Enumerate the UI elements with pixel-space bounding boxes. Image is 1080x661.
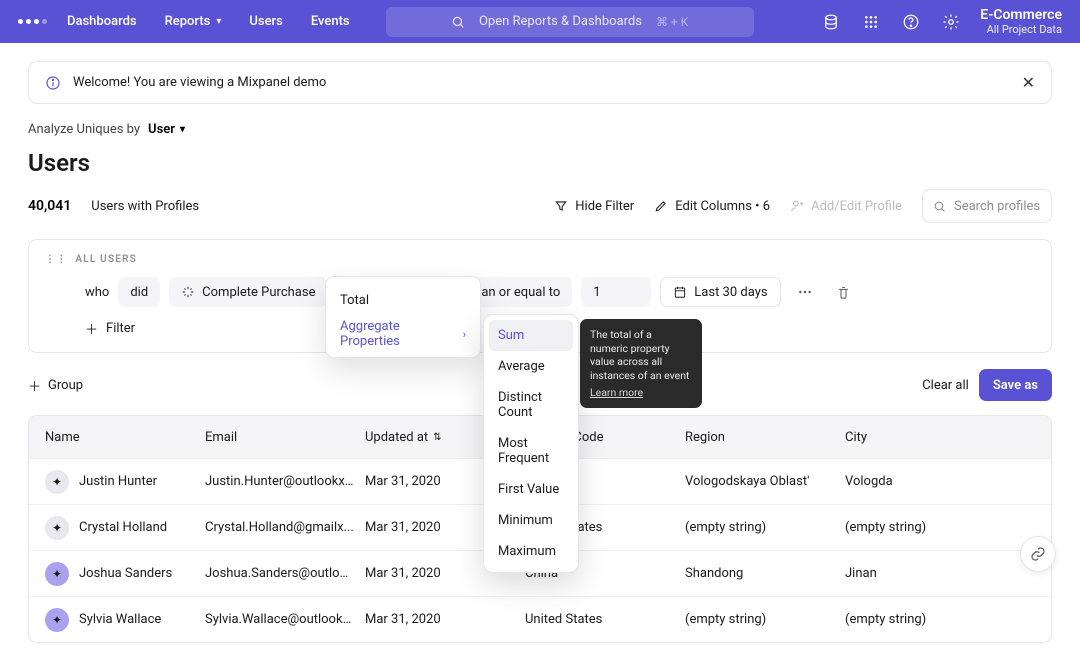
cell-city: (empty string)	[845, 520, 1005, 535]
did-chip[interactable]: did	[118, 277, 160, 307]
cell-region: Vologodskaya Oblast'	[685, 474, 845, 489]
value-input[interactable]: 1	[581, 277, 651, 307]
welcome-banner: Welcome! You are viewing a Mixpanel demo…	[28, 61, 1052, 104]
cell-email: Sylvia.Wallace@outlookx...	[205, 612, 365, 627]
link-fab[interactable]	[1020, 536, 1056, 572]
cell-updated: Mar 31, 2020	[365, 612, 525, 627]
aggregate-submenu: SumAverageDistinct CountMost FrequentFir…	[483, 314, 579, 573]
more-icon[interactable]	[790, 277, 820, 307]
cell-email: Joshua.Sanders@outloo...	[205, 566, 365, 581]
submenu-item-distinct-count[interactable]: Distinct Count	[489, 382, 573, 428]
plus-icon: ＋	[28, 376, 41, 395]
gear-icon[interactable]	[942, 13, 960, 31]
apps-grid-icon[interactable]	[862, 13, 880, 31]
th-email[interactable]: Email	[205, 430, 365, 445]
filter-who-label: who	[85, 285, 109, 300]
chevron-down-icon: ▾	[216, 16, 221, 27]
submenu-item-minimum[interactable]: Minimum	[489, 505, 573, 536]
top-nav: Dashboards Reports▾ Users Events Open Re…	[0, 0, 1080, 43]
page-title: Users	[28, 149, 1052, 177]
nav-events[interactable]: Events	[311, 14, 350, 29]
add-edit-profile-button[interactable]: Add/Edit Profile	[790, 199, 902, 214]
analyze-row: Analyze Uniques by User ▾	[28, 122, 1052, 137]
cell-name: Joshua Sanders	[79, 566, 172, 581]
cell-city: Jinan	[845, 566, 1005, 581]
dropdown-item-aggregate-properties[interactable]: Aggregate Properties ›	[326, 317, 480, 351]
cell-region: (empty string)	[685, 612, 845, 627]
hide-filter-button[interactable]: Hide Filter	[554, 199, 634, 214]
submenu-item-maximum[interactable]: Maximum	[489, 536, 573, 567]
cell-name: Crystal Holland	[79, 520, 167, 535]
th-region[interactable]: Region	[685, 430, 845, 445]
cell-region: Shandong	[685, 566, 845, 581]
search-profiles-input[interactable]: Search profiles	[922, 189, 1052, 223]
cell-name: Sylvia Wallace	[79, 612, 161, 627]
banner-text: Welcome! You are viewing a Mixpanel demo	[73, 75, 1010, 90]
event-chip[interactable]: Complete Purchase	[169, 277, 327, 307]
th-city[interactable]: City	[845, 430, 1005, 445]
trash-icon[interactable]	[829, 277, 859, 307]
toolbar: 40,041 Users with Profiles Hide Filter E…	[28, 189, 1052, 223]
user-plus-icon	[790, 199, 804, 213]
search-kbd: ⌘ + K	[656, 15, 688, 29]
database-icon[interactable]	[822, 13, 840, 31]
table-row[interactable]: ✦ Sylvia Wallace Sylvia.Wallace@outlookx.…	[29, 596, 1051, 642]
dropdown-item-total[interactable]: Total	[326, 283, 480, 317]
cell-email: Justin.Hunter@outlookx...	[205, 474, 365, 489]
analyze-selector[interactable]: User ▾	[148, 122, 185, 137]
user-count-label: Users with Profiles	[91, 199, 199, 214]
aggregation-dropdown: Total Aggregate Properties ›	[325, 276, 481, 358]
drag-handle-icon: ⋮⋮	[45, 254, 67, 265]
plus-icon: ＋	[85, 319, 98, 338]
avatar: ✦	[45, 516, 69, 540]
avatar: ✦	[45, 608, 69, 632]
cell-name: Justin Hunter	[79, 474, 157, 489]
search-profiles-placeholder: Search profiles	[954, 199, 1040, 214]
nav-reports[interactable]: Reports▾	[165, 14, 222, 29]
save-as-button[interactable]: Save as	[979, 369, 1052, 401]
search-icon	[451, 15, 465, 29]
link-icon	[1030, 546, 1046, 562]
cell-email: Crystal.Holland@gmailx...	[205, 520, 365, 535]
cell-region: (empty string)	[685, 520, 845, 535]
chevron-down-icon: ▾	[180, 124, 185, 135]
submenu-item-sum[interactable]: Sum	[489, 320, 573, 351]
calendar-icon	[673, 285, 687, 299]
search-icon	[933, 200, 946, 213]
global-search[interactable]: Open Reports & Dashboards ⌘ + K	[386, 7, 754, 37]
tooltip-text: The total of a numeric property value ac…	[590, 328, 689, 382]
sum-tooltip: The total of a numeric property value ac…	[580, 319, 702, 408]
th-name[interactable]: Name	[45, 430, 205, 445]
cell-city: (empty string)	[845, 612, 1005, 627]
clear-all-button[interactable]: Clear all	[922, 378, 969, 393]
chevron-right-icon: ›	[463, 328, 466, 341]
sort-icon: ⇅	[433, 432, 441, 443]
group-button[interactable]: ＋ Group	[28, 376, 83, 395]
sparkle-icon	[181, 285, 195, 299]
date-range-chip[interactable]: Last 30 days	[660, 277, 780, 307]
cell-city: Vologda	[845, 474, 1005, 489]
help-icon[interactable]	[902, 13, 920, 31]
analyze-prefix: Analyze Uniques by	[28, 122, 140, 137]
cell-country: United States	[525, 612, 685, 627]
user-count: 40,041	[28, 198, 71, 214]
filter-icon	[554, 199, 568, 213]
submenu-item-average[interactable]: Average	[489, 351, 573, 382]
edit-columns-button[interactable]: Edit Columns • 6	[654, 199, 770, 214]
nav-dashboards[interactable]: Dashboards	[67, 14, 137, 29]
avatar: ✦	[45, 562, 69, 586]
all-users-tag: ⋮⋮ ALL USERS	[45, 254, 1035, 265]
learn-more-link[interactable]: Learn more	[590, 386, 643, 400]
submenu-item-first-value[interactable]: First Value	[489, 474, 573, 505]
org-switcher[interactable]: E-Commerce All Project Data	[980, 7, 1062, 37]
info-icon	[45, 75, 61, 91]
submenu-item-most-frequent[interactable]: Most Frequent	[489, 428, 573, 474]
search-placeholder: Open Reports & Dashboards	[479, 14, 642, 29]
avatar: ✦	[45, 470, 69, 494]
close-icon[interactable]: ✕	[1022, 73, 1035, 92]
brand-logo[interactable]	[18, 19, 47, 24]
nav-users[interactable]: Users	[249, 14, 282, 29]
pencil-icon	[654, 199, 668, 213]
